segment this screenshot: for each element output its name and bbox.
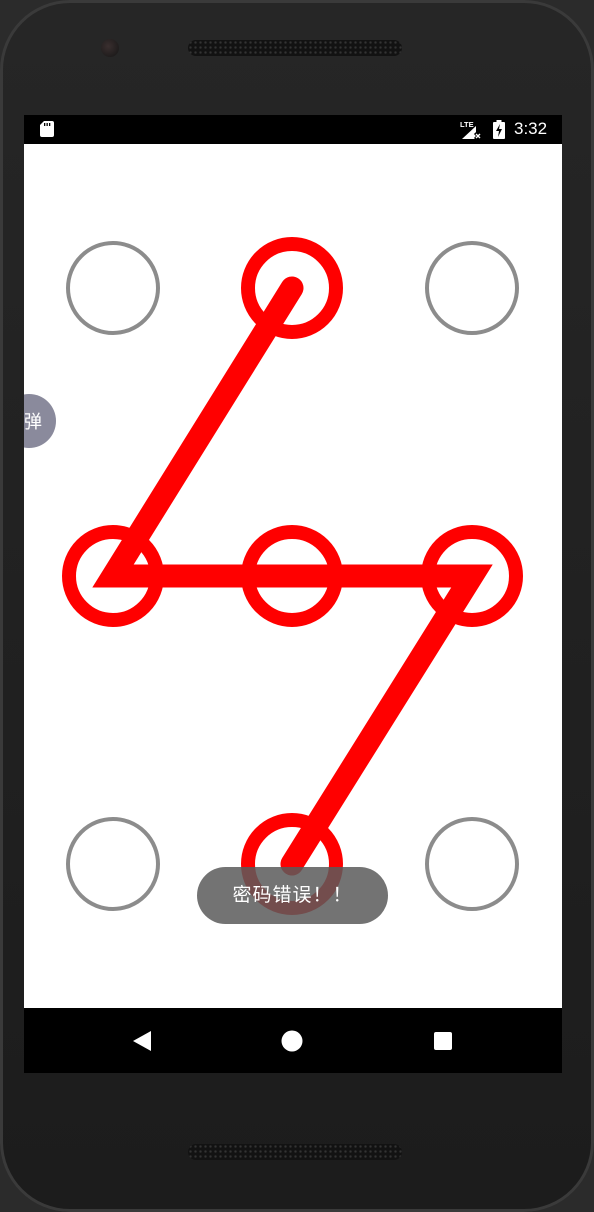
top-speaker-grille <box>188 40 402 56</box>
back-icon[interactable] <box>127 1026 157 1056</box>
sd-card-icon <box>40 121 54 137</box>
pattern-dot-2-0[interactable] <box>66 817 160 911</box>
bottom-speaker-grille <box>188 1144 402 1160</box>
error-toast: 密码错误！！ <box>197 867 388 924</box>
app-content: 弹 密码错误！！ <box>24 144 562 1008</box>
battery-charging-icon <box>493 120 505 139</box>
phone-frame: LTE 3:32 弹 密码错误！！ <box>0 0 594 1212</box>
recents-icon[interactable] <box>428 1026 458 1056</box>
network-type-label: LTE <box>460 120 474 129</box>
pattern-path-line <box>92 276 493 876</box>
signal-icon: LTE <box>460 120 482 139</box>
device-screen: LTE 3:32 弹 密码错误！！ <box>24 115 562 1073</box>
front-camera <box>101 39 119 57</box>
pattern-dot-2-2[interactable] <box>425 817 519 911</box>
navigation-bar <box>24 1008 562 1073</box>
pattern-dot-0-0[interactable] <box>66 241 160 335</box>
status-bar: LTE 3:32 <box>24 115 562 144</box>
status-time: 3:32 <box>514 119 548 138</box>
home-icon[interactable] <box>277 1026 307 1056</box>
floating-assist-label: 弹 <box>24 412 42 433</box>
pattern-dot-0-2[interactable] <box>425 241 519 335</box>
